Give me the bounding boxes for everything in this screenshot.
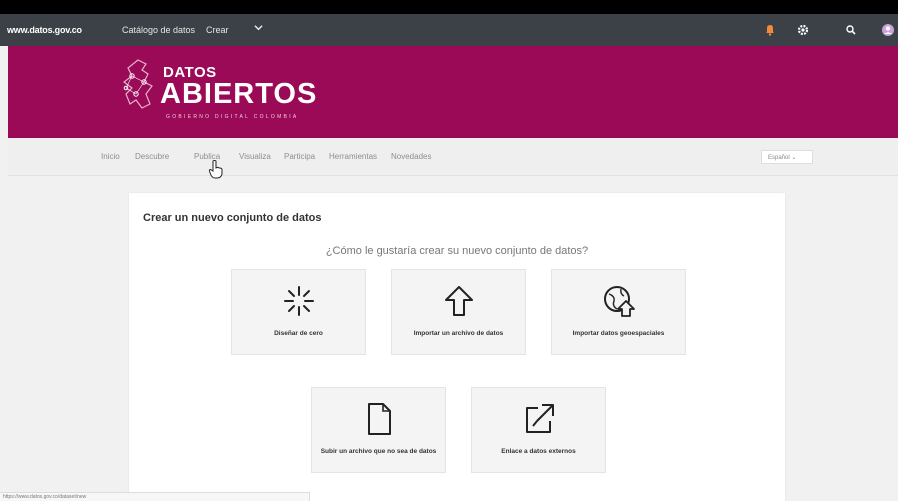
external-link-icon [525,404,554,433]
chevron-down-icon: ⌄ [791,155,797,161]
status-url: https://www.datos.gov.co/dataset/new [3,494,87,500]
language-label: Español [768,155,790,161]
colombia-map-logo-icon [123,59,153,109]
upload-arrow-icon [444,286,473,316]
gear-icon[interactable] [795,22,811,38]
option-upload-non-data-file[interactable]: Subir un archivo que no sea de datos [311,387,446,473]
option-design-from-scratch[interactable]: Diseñar de cero [231,269,366,355]
browser-status-bar: https://www.datos.gov.co/dataset/new [0,492,310,501]
window-top-bar [0,0,898,14]
catalog-link[interactable]: Catálogo de datos [122,25,195,35]
globe-upload-icon [603,286,635,317]
option-import-geospatial[interactable]: Importar datos geoespaciales [551,269,686,355]
site-link[interactable]: www.datos.gov.co [7,25,82,35]
logo-text-abiertos: ABIERTOS [160,78,318,110]
panel-question: ¿Cómo le gustaría crear su nuevo conjunt… [325,245,589,257]
sparkle-icon [283,286,314,316]
avatar[interactable] [880,22,896,38]
search-icon[interactable] [843,22,859,38]
nav-item-descubre[interactable]: Descubre [135,152,169,161]
option-external-link[interactable]: Enlace a datos externos [471,387,606,473]
brand-header: DATOS ABIERTOS GOBIERNO DIGITAL COLOMBIA [8,46,898,138]
nav-item-participa[interactable]: Participa [284,152,315,161]
option-label: Diseñar de cero [274,330,323,337]
option-label: Enlace a datos externos [501,448,576,455]
option-import-data-file[interactable]: Importar un archivo de datos [391,269,526,355]
option-label: Importar un archivo de datos [413,330,504,337]
language-select[interactable]: Español ⌄ [761,150,813,164]
chevron-down-icon[interactable] [254,23,263,34]
file-icon [367,403,391,435]
nav-item-visualiza[interactable]: Visualiza [239,152,271,161]
create-menu[interactable]: Crear [206,25,229,35]
hand-cursor-icon [208,160,223,179]
top-navbar: www.datos.gov.co Catálogo de datos Crear [0,14,898,46]
notification-icon[interactable] [762,22,778,38]
option-label: Importar datos geoespaciales [572,330,665,337]
nav-item-herramientas[interactable]: Herramientas [329,152,377,161]
create-dataset-panel: Crear un nuevo conjunto de datos ¿Cómo l… [129,193,785,501]
panel-title: Crear un nuevo conjunto de datos [143,212,322,224]
nav-item-novedades[interactable]: Novedades [391,152,431,161]
option-label: Subir un archivo que no sea de datos [320,448,437,455]
main-nav: Inicio Descubre Publica Visualiza Partic… [8,138,898,176]
nav-item-inicio[interactable]: Inicio [101,152,120,161]
logo-tagline: GOBIERNO DIGITAL COLOMBIA [166,114,299,120]
